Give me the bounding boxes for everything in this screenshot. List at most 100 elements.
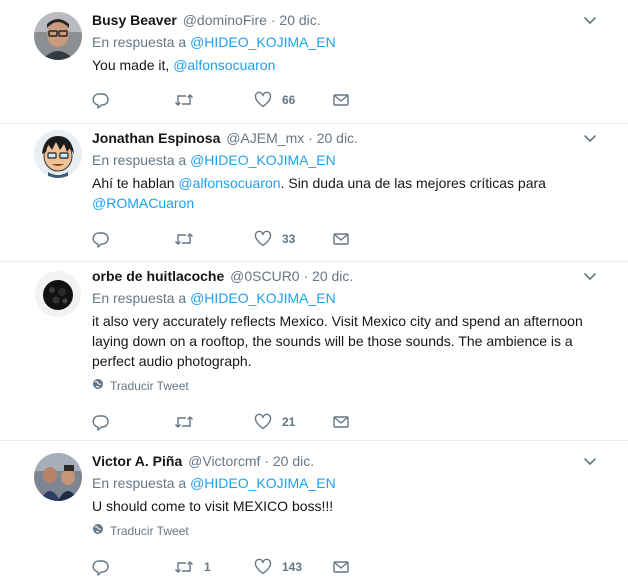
avatar-image bbox=[34, 453, 82, 501]
reply-context: En respuesta a @HIDEO_KOJIMA_EN bbox=[92, 150, 598, 170]
avatar-image bbox=[34, 12, 82, 60]
tweet[interactable]: Jonathan Espinosa @AJEM_mx · 20 dic. En … bbox=[0, 124, 628, 262]
heart-icon bbox=[254, 413, 272, 431]
translate-tweet-link[interactable]: Traducir Tweet bbox=[92, 522, 598, 540]
display-name[interactable]: Jonathan Espinosa bbox=[92, 130, 220, 146]
like-button[interactable]: 21 bbox=[254, 412, 295, 432]
reply-prefix: En respuesta a bbox=[92, 475, 187, 491]
tweet[interactable]: Busy Beaver @dominoFire · 20 dic. En res… bbox=[0, 0, 628, 124]
tweet-actions: 21 bbox=[92, 412, 372, 432]
mention-link[interactable]: @alfonsocuaron bbox=[173, 57, 275, 73]
separator-dot: · bbox=[270, 12, 276, 28]
reply-icon bbox=[92, 230, 110, 248]
timestamp[interactable]: 20 dic. bbox=[273, 453, 314, 469]
avatar[interactable] bbox=[34, 453, 82, 501]
separator-dot: · bbox=[303, 268, 309, 284]
mention-link[interactable]: @alfonsocuaron bbox=[178, 175, 280, 191]
mention-link[interactable]: @ROMACuaron bbox=[92, 195, 194, 211]
text-part: . Sin duda una de las mejores críticas p… bbox=[280, 175, 546, 191]
reply-context: En respuesta a @HIDEO_KOJIMA_EN bbox=[92, 288, 598, 308]
retweet-button[interactable]: 1 bbox=[174, 557, 211, 577]
timestamp[interactable]: 20 dic. bbox=[317, 130, 358, 146]
like-button[interactable]: 66 bbox=[254, 90, 295, 110]
reply-icon bbox=[92, 413, 110, 431]
like-count: 33 bbox=[282, 232, 296, 246]
envelope-icon bbox=[332, 230, 350, 248]
text-part: Ahí te hablan bbox=[92, 175, 179, 191]
tweet[interactable]: orbe de huitlacoche @0SCUR0 · 20 dic. En… bbox=[0, 262, 628, 441]
reply-to-link[interactable]: @HIDEO_KOJIMA_EN bbox=[190, 290, 336, 306]
avatar[interactable] bbox=[34, 12, 82, 60]
user-handle[interactable]: @dominoFire bbox=[183, 12, 267, 28]
retweet-icon bbox=[174, 413, 194, 431]
reply-to-link[interactable]: @HIDEO_KOJIMA_EN bbox=[190, 475, 336, 491]
globe-icon bbox=[92, 377, 104, 395]
display-name[interactable]: Busy Beaver bbox=[92, 12, 177, 28]
chevron-down-icon[interactable] bbox=[582, 453, 598, 469]
envelope-icon bbox=[332, 91, 350, 109]
tweet-text: You made it, @alfonsocuaron bbox=[92, 55, 598, 75]
reply-button[interactable] bbox=[92, 412, 120, 432]
avatar-image bbox=[34, 130, 82, 178]
chevron-down-icon[interactable] bbox=[582, 268, 598, 284]
reply-prefix: En respuesta a bbox=[92, 290, 187, 306]
like-count: 143 bbox=[282, 560, 303, 574]
like-button[interactable]: 143 bbox=[254, 557, 302, 577]
avatar-image bbox=[34, 270, 82, 318]
avatar[interactable] bbox=[34, 130, 82, 178]
retweet-button[interactable] bbox=[174, 229, 204, 249]
reply-button[interactable] bbox=[92, 557, 120, 577]
envelope-icon bbox=[332, 558, 350, 576]
translate-label[interactable]: Traducir Tweet bbox=[110, 522, 189, 540]
chevron-down-icon[interactable] bbox=[582, 12, 598, 28]
direct-message-button[interactable] bbox=[332, 412, 350, 432]
reply-icon bbox=[92, 558, 110, 576]
translate-tweet-link[interactable]: Traducir Tweet bbox=[92, 377, 598, 395]
heart-icon bbox=[254, 91, 272, 109]
translate-label[interactable]: Traducir Tweet bbox=[110, 377, 189, 395]
reply-icon bbox=[92, 91, 110, 109]
direct-message-button[interactable] bbox=[332, 557, 350, 577]
tweet-actions: 1 143 bbox=[92, 557, 372, 577]
reply-prefix: En respuesta a bbox=[92, 152, 187, 168]
chevron-down-icon[interactable] bbox=[582, 130, 598, 146]
reply-button[interactable] bbox=[92, 90, 120, 110]
timestamp[interactable]: 20 dic. bbox=[312, 268, 353, 284]
heart-icon bbox=[254, 558, 272, 576]
user-handle[interactable]: @Victorcmf bbox=[188, 453, 260, 469]
envelope-icon bbox=[332, 413, 350, 431]
tweet-text: U should come to visit MEXICO boss!!! bbox=[92, 498, 334, 514]
display-name[interactable]: Victor A. Piña bbox=[92, 453, 182, 469]
direct-message-button[interactable] bbox=[332, 90, 350, 110]
tweet-header: Jonathan Espinosa @AJEM_mx · 20 dic. bbox=[92, 128, 598, 148]
like-count: 66 bbox=[282, 93, 296, 107]
direct-message-button[interactable] bbox=[332, 229, 350, 249]
avatar[interactable] bbox=[34, 270, 82, 318]
user-handle[interactable]: @AJEM_mx bbox=[226, 130, 304, 146]
like-button[interactable]: 33 bbox=[254, 229, 295, 249]
user-handle[interactable]: @0SCUR0 bbox=[230, 268, 299, 284]
reply-context: En respuesta a @HIDEO_KOJIMA_EN bbox=[92, 32, 598, 52]
reply-button[interactable] bbox=[92, 229, 120, 249]
tweet-text: Ahí te hablan @alfonsocuaron. Sin duda u… bbox=[92, 173, 598, 213]
retweet-button[interactable] bbox=[174, 412, 204, 432]
tweet-header: Victor A. Piña @Victorcmf · 20 dic. bbox=[92, 451, 598, 471]
reply-context: En respuesta a @HIDEO_KOJIMA_EN bbox=[92, 473, 598, 493]
timestamp[interactable]: 20 dic. bbox=[279, 12, 320, 28]
tweet-actions: 66 bbox=[92, 90, 372, 110]
like-count: 21 bbox=[282, 415, 296, 429]
tweet-header: orbe de huitlacoche @0SCUR0 · 20 dic. bbox=[92, 266, 598, 286]
tweet-feed: Busy Beaver @dominoFire · 20 dic. En res… bbox=[0, 0, 628, 578]
reply-to-link[interactable]: @HIDEO_KOJIMA_EN bbox=[190, 34, 336, 50]
globe-icon bbox=[92, 522, 104, 540]
tweet-actions: 33 bbox=[92, 229, 372, 249]
tweet[interactable]: Victor A. Piña @Victorcmf · 20 dic. En r… bbox=[0, 441, 628, 578]
reply-to-link[interactable]: @HIDEO_KOJIMA_EN bbox=[190, 152, 336, 168]
tweet-text: it also very accurately reflects Mexico.… bbox=[92, 313, 583, 369]
separator-dot: · bbox=[308, 130, 313, 146]
separator-dot: · bbox=[264, 453, 269, 469]
retweet-button[interactable] bbox=[174, 90, 204, 110]
tweet-header: Busy Beaver @dominoFire · 20 dic. bbox=[92, 10, 598, 30]
display-name[interactable]: orbe de huitlacoche bbox=[92, 268, 224, 284]
retweet-count: 1 bbox=[204, 560, 211, 574]
